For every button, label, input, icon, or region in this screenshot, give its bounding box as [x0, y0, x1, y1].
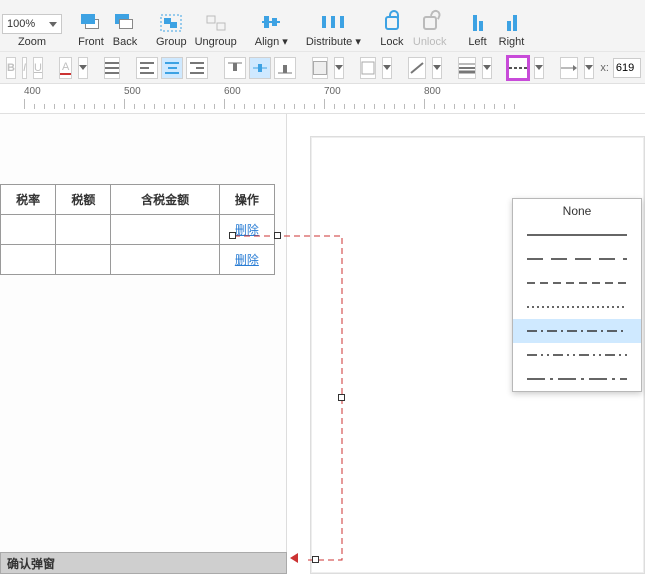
bring-front-icon	[81, 14, 101, 32]
align-left-icon	[473, 15, 483, 31]
handle-mid3[interactable]	[312, 556, 319, 563]
line-style-none[interactable]: None	[513, 199, 641, 223]
line-color-caret[interactable]	[432, 57, 442, 79]
handle-mid1[interactable]	[274, 232, 281, 239]
ruler-mark: 800	[424, 86, 441, 97]
group-button[interactable]: Group	[156, 12, 187, 51]
fill-button[interactable]	[312, 57, 328, 79]
distribute-icon	[320, 11, 346, 33]
ruler-mark: 400	[24, 86, 41, 97]
border-caret[interactable]	[382, 57, 392, 79]
line-style-dropdown: None	[512, 198, 642, 392]
horizontal-ruler: 400 500 600 700 800	[0, 84, 645, 114]
ungroup-button[interactable]: Ungroup	[195, 12, 237, 51]
left-page: 税率税额含税金额操作 删除删除 确认弹窗	[0, 114, 287, 574]
delete-link[interactable]: 删除	[235, 223, 259, 237]
line-style-dot[interactable]	[513, 295, 641, 319]
line-style-medium-dash[interactable]	[513, 271, 641, 295]
table-header: 税额	[56, 185, 111, 215]
unlock-button[interactable]: Unlock	[413, 12, 447, 51]
ruler-mark: 700	[324, 86, 341, 97]
handle-mid2[interactable]	[338, 394, 345, 401]
table-header: 操作	[219, 185, 274, 215]
lock-button[interactable]: Lock	[379, 12, 405, 51]
back-button[interactable]: Back	[112, 12, 138, 51]
send-back-icon	[115, 14, 135, 32]
valign-middle-button[interactable]	[249, 57, 271, 79]
italic-button[interactable]: I	[22, 57, 27, 79]
delete-link[interactable]: 删除	[235, 253, 259, 267]
table-header: 含税金额	[111, 185, 219, 215]
table-row: 删除	[1, 245, 275, 275]
x-input[interactable]	[613, 58, 641, 78]
format-toolbar: B I U A x:	[0, 52, 645, 84]
valign-bottom-button[interactable]	[274, 57, 296, 79]
front-button[interactable]: Front	[78, 12, 104, 51]
group-icon	[158, 12, 184, 34]
line-style-long-dash-dot[interactable]	[513, 367, 641, 391]
unlock-icon	[423, 16, 437, 30]
fill-caret[interactable]	[334, 57, 344, 79]
line-style-dash-dot-dot[interactable]	[513, 343, 641, 367]
ungroup-icon	[203, 12, 229, 34]
ruler-mark: 600	[224, 86, 241, 97]
font-color-button[interactable]: A	[59, 57, 72, 79]
line-style-button[interactable]	[508, 57, 528, 79]
line-style-long-dash[interactable]	[513, 247, 641, 271]
align-right-icon	[507, 15, 517, 31]
distribute-button[interactable]: Distribute ▾	[306, 11, 361, 51]
text-align-center-button[interactable]	[161, 57, 183, 79]
ruler-mark: 500	[124, 86, 141, 97]
arrow-end-icon	[290, 553, 298, 563]
arrow-style-caret[interactable]	[584, 57, 594, 79]
underline-button[interactable]: U	[33, 57, 43, 79]
text-align-blank[interactable]	[104, 57, 120, 79]
lock-icon	[385, 16, 399, 30]
line-color-button[interactable]	[408, 57, 426, 79]
align-button[interactable]: Align ▾	[255, 11, 288, 51]
chevron-down-icon	[49, 22, 57, 27]
valign-top-button[interactable]	[224, 57, 246, 79]
font-color-caret[interactable]	[78, 57, 88, 79]
canvas[interactable]: 税率税额含税金额操作 删除删除 确认弹窗 None	[0, 114, 645, 574]
line-style-solid[interactable]	[513, 223, 641, 247]
main-toolbar: 100% Zoom Front Back Group Ungroup Align…	[0, 0, 645, 52]
zoom-label: Zoom	[18, 36, 46, 48]
text-align-left-button[interactable]	[136, 57, 158, 79]
table-header: 税率	[1, 185, 56, 215]
align-right-button[interactable]: Right	[499, 12, 525, 51]
table-row: 删除	[1, 215, 275, 245]
fill-icon	[313, 61, 327, 75]
x-label: x:	[600, 62, 609, 74]
text-align-right-button[interactable]	[186, 57, 208, 79]
bold-button[interactable]: B	[6, 57, 16, 79]
line-style-caret[interactable]	[534, 57, 544, 79]
align-icon	[258, 11, 284, 33]
align-left-button[interactable]: Left	[465, 12, 491, 51]
line-style-dash-dot[interactable]	[513, 319, 641, 343]
arrow-style-button[interactable]	[560, 57, 578, 79]
data-table: 税率税额含税金额操作 删除删除	[0, 184, 275, 275]
line-weight-button[interactable]	[458, 57, 476, 79]
handle-start[interactable]	[229, 232, 236, 239]
zoom-select[interactable]: 100%	[2, 14, 62, 34]
line-weight-caret[interactable]	[482, 57, 492, 79]
dialog-title-bar[interactable]: 确认弹窗	[0, 552, 287, 574]
border-button[interactable]	[360, 57, 376, 79]
zoom-value: 100%	[7, 18, 35, 30]
